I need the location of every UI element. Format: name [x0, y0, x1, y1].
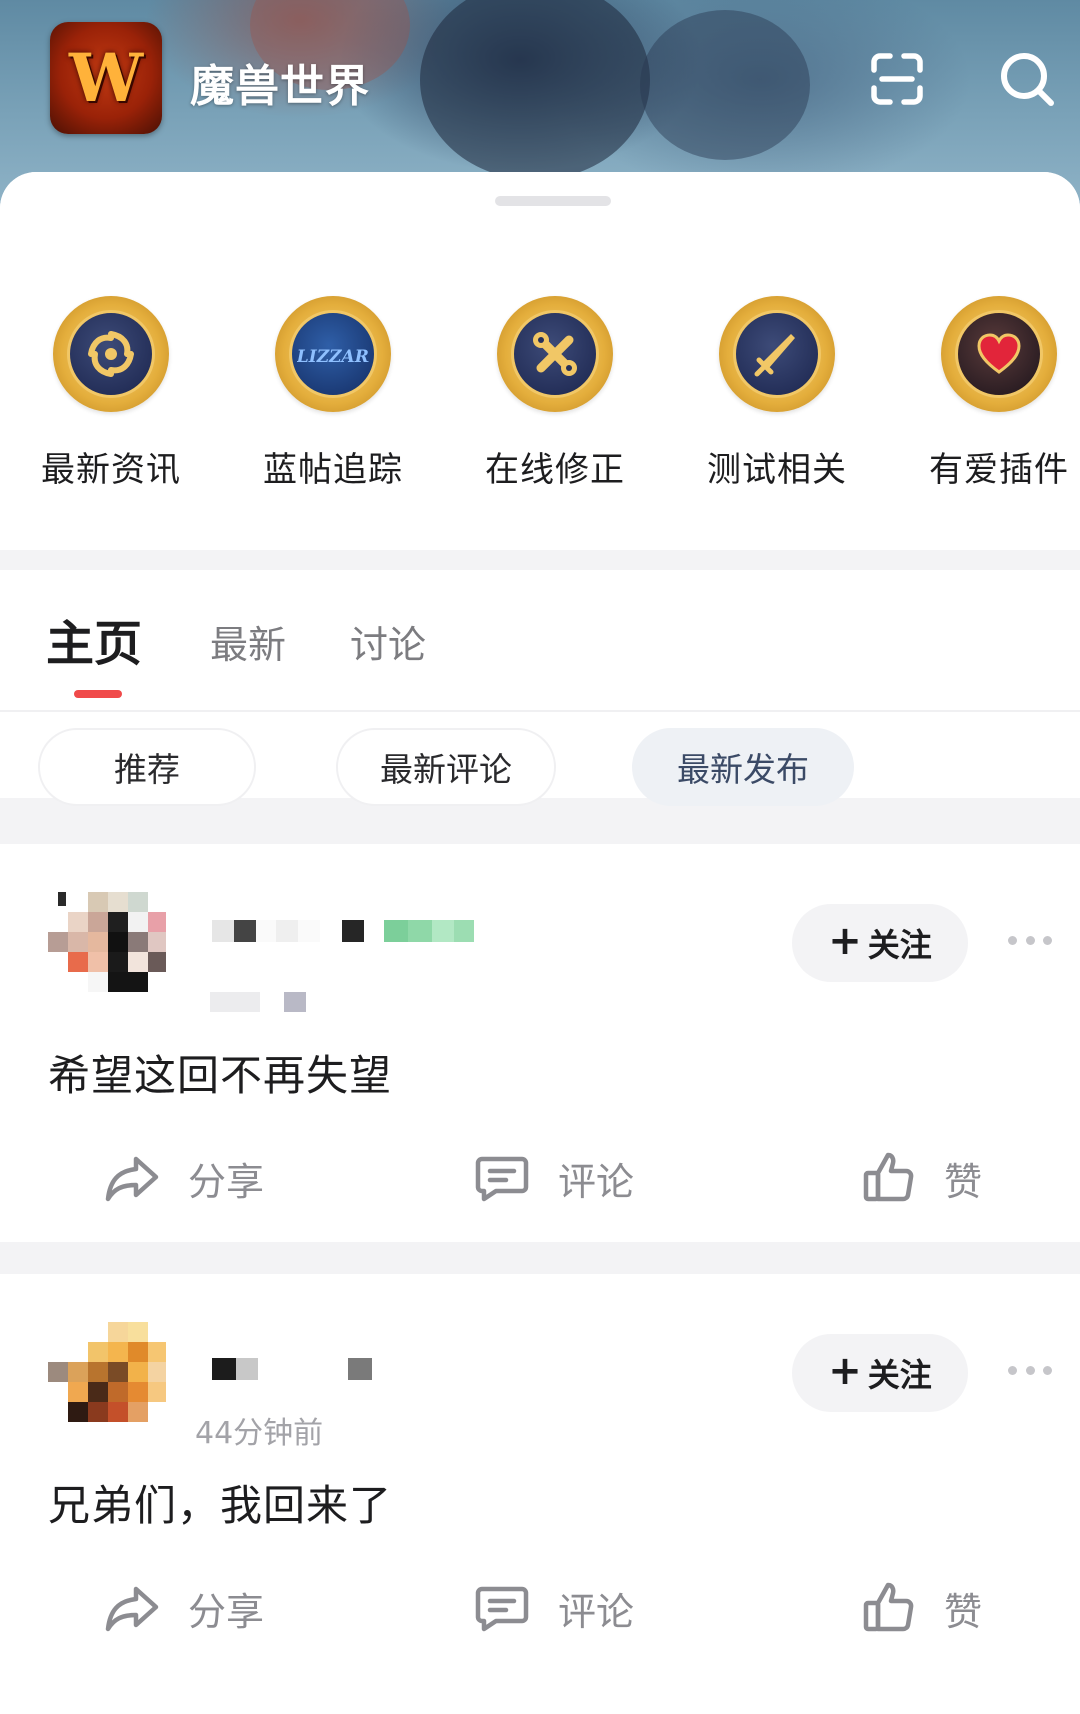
- plus-icon: +: [828, 1348, 862, 1394]
- content-sheet: 最新资讯 BLIZZARD 蓝帖追踪: [0, 172, 1080, 1714]
- more-options-icon[interactable]: [1008, 936, 1052, 948]
- news-badge-icon: [53, 296, 169, 412]
- share-label: 分享: [188, 1159, 265, 1204]
- category-item-testing[interactable]: 测试相关: [677, 296, 877, 491]
- like-label: 赞: [944, 1159, 983, 1204]
- timestamp-redacted: [210, 992, 260, 1012]
- app-logo-letter: W: [68, 39, 144, 117]
- plus-icon: +: [828, 918, 862, 964]
- category-label: 在线修正: [485, 450, 625, 490]
- blizzard-badge-icon: BLIZZARD: [275, 296, 391, 412]
- comment-button[interactable]: 评论: [474, 1578, 634, 1638]
- more-options-icon[interactable]: [1008, 1366, 1052, 1378]
- tab-bar: 主页 最新 讨论 推荐 最新评论 最新发布: [0, 570, 1080, 806]
- category-item-hotfix[interactable]: 在线修正: [455, 296, 655, 491]
- page-title: 魔兽世界: [190, 61, 370, 112]
- active-tab-indicator: [74, 690, 122, 698]
- share-button[interactable]: 分享: [104, 1578, 264, 1638]
- avatar[interactable]: [48, 1322, 166, 1440]
- heart-badge-icon: [941, 296, 1057, 412]
- banner-art: [420, 0, 650, 180]
- category-row: 最新资讯 BLIZZARD 蓝帖追踪: [0, 172, 1080, 550]
- wrench-badge-icon: [497, 296, 613, 412]
- category-label: 有爱插件: [929, 450, 1069, 490]
- share-button[interactable]: 分享: [104, 1148, 264, 1208]
- filter-recommended[interactable]: 推荐: [38, 728, 256, 806]
- category-item-news[interactable]: 最新资讯: [11, 296, 211, 491]
- username-redacted[interactable]: [212, 1358, 372, 1380]
- category-item-addons[interactable]: 有爱插件: [899, 296, 1080, 491]
- tab-latest[interactable]: 最新: [210, 614, 286, 669]
- share-label: 分享: [188, 1589, 265, 1634]
- like-button[interactable]: 赞: [862, 1148, 982, 1208]
- follow-label: 关注: [867, 926, 932, 964]
- comment-icon: [475, 1586, 529, 1632]
- app-logo[interactable]: W: [50, 22, 162, 134]
- avatar[interactable]: [48, 892, 166, 1010]
- divider: [0, 710, 1080, 712]
- category-label: 测试相关: [707, 450, 847, 490]
- filter-latest-comments[interactable]: 最新评论: [336, 728, 556, 806]
- comment-label: 评论: [558, 1589, 635, 1634]
- thumbs-up-icon: [863, 1582, 914, 1632]
- follow-label: 关注: [867, 1356, 932, 1394]
- sword-badge-icon: [719, 296, 835, 412]
- comment-label: 评论: [558, 1159, 635, 1204]
- share-icon: [105, 1156, 159, 1202]
- comment-button[interactable]: 评论: [474, 1148, 634, 1208]
- like-button[interactable]: 赞: [862, 1578, 982, 1638]
- filter-latest-posts[interactable]: 最新发布: [632, 728, 854, 806]
- tab-discussion[interactable]: 讨论: [350, 614, 426, 669]
- like-label: 赞: [944, 1589, 983, 1634]
- category-item-blizzard[interactable]: BLIZZARD 蓝帖追踪: [233, 296, 433, 491]
- follow-button[interactable]: + 关注: [792, 904, 968, 982]
- category-label: 最新资讯: [41, 450, 181, 490]
- username-redacted[interactable]: [212, 920, 474, 942]
- thumbs-up-icon: [863, 1152, 914, 1202]
- drag-handle[interactable]: [495, 196, 611, 206]
- follow-button[interactable]: + 关注: [792, 1334, 968, 1412]
- search-icon[interactable]: [996, 48, 1058, 110]
- post-timestamp: 44分钟前: [195, 1416, 324, 1451]
- svg-text:BLIZZARD: BLIZZARD: [297, 347, 369, 367]
- post-card[interactable]: + 关注 希望这回不再失望 分享 评论 赞: [0, 844, 1080, 1242]
- category-label: 蓝帖追踪: [263, 450, 403, 490]
- post-card[interactable]: 44分钟前 + 关注 兄弟们，我回来了 分享 评论 赞: [0, 1274, 1080, 1714]
- post-text[interactable]: 兄弟们，我回来了: [48, 1472, 392, 1533]
- post-text[interactable]: 希望这回不再失望: [48, 1042, 392, 1103]
- share-icon: [105, 1586, 159, 1632]
- timestamp-redacted: [284, 992, 306, 1012]
- tab-home[interactable]: 主页: [46, 604, 142, 674]
- scan-icon[interactable]: [866, 48, 928, 110]
- comment-icon: [475, 1156, 529, 1202]
- banner-art: [640, 10, 810, 160]
